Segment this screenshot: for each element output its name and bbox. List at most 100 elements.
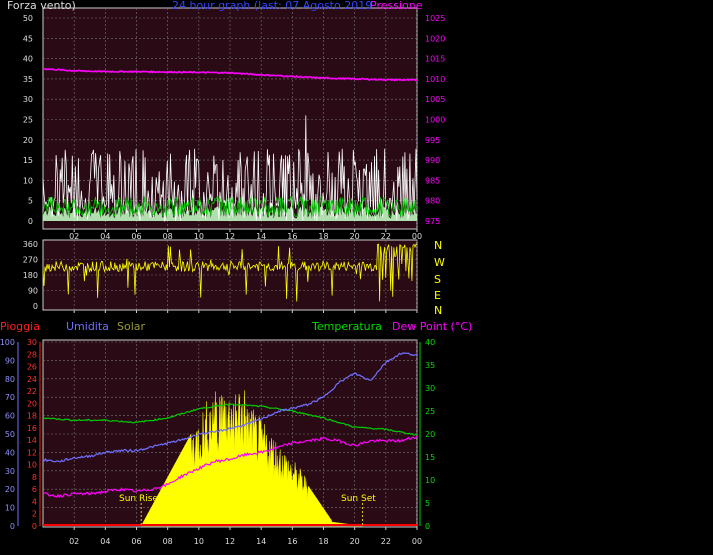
x-tick-label: 20	[350, 232, 360, 241]
rain-y-tick: 6	[32, 485, 37, 494]
pressure-y-tick: 1000	[425, 116, 445, 125]
temperature-y-tick: 10	[425, 476, 435, 485]
x-tick-label: 16	[287, 232, 297, 241]
temperature-y-tick: 20	[425, 430, 435, 439]
solar-label: Solar	[117, 320, 146, 333]
x-tick-label: 22	[381, 537, 391, 546]
rain-label: Pioggia	[0, 320, 40, 333]
x-tick-label: 02	[69, 537, 79, 546]
x-tick-label: 18	[318, 232, 328, 241]
direction-y-tick: 270	[23, 256, 38, 265]
humidity-y-tick: 80	[5, 375, 15, 384]
x-tick-label: 18	[318, 537, 328, 546]
wind-y-tick: 5	[28, 197, 33, 206]
pressure-y-tick: 1020	[425, 34, 445, 43]
humidity-y-tick: 100	[0, 338, 15, 347]
temperature-y-tick: 35	[425, 361, 435, 370]
rain-y-tick: 2	[32, 510, 37, 519]
x-tick-label: 12	[225, 537, 235, 546]
temperature-y-tick: 5	[425, 499, 430, 508]
compass-s: S	[434, 273, 441, 286]
direction-y-tick: 0	[33, 302, 38, 311]
rain-y-tick: 28	[27, 350, 37, 359]
wind-y-tick: 25	[23, 116, 33, 125]
humidity-y-tick: 60	[5, 412, 15, 421]
pressure-y-tick: 995	[425, 136, 440, 145]
pressure-y-tick: 1005	[425, 95, 445, 104]
wind-y-tick: 35	[23, 75, 33, 84]
x-tick-label: 16	[287, 537, 297, 546]
wind-y-tick: 20	[23, 136, 33, 145]
x-tick-label: 00	[412, 537, 422, 546]
x-tick-label: 10	[194, 232, 204, 241]
x-tick-label: 08	[163, 537, 173, 546]
humidity-y-tick: 40	[5, 448, 15, 457]
x-tick-label: 22	[381, 232, 391, 241]
humidity-y-tick: 30	[5, 467, 15, 476]
x-tick-label: 10	[194, 537, 204, 546]
pressure-y-tick: 1025	[425, 14, 445, 23]
rain-y-tick: 14	[27, 436, 37, 445]
rain-y-tick: 8	[32, 473, 37, 482]
rain-y-tick: 4	[32, 497, 37, 506]
temperature-y-tick: 15	[425, 453, 435, 462]
x-tick-label: 04	[100, 537, 110, 546]
weather-chart: 02 04 06 08 10 12 14 16 18 20 22 000510152025303540…	[0, 7, 445, 546]
pressure-y-tick: 975	[425, 217, 440, 226]
rain-y-tick: 24	[27, 375, 37, 384]
x-tick-label: 14	[256, 232, 266, 241]
sunrise-label: Sun Rise	[119, 494, 158, 504]
pressure-title: Pressione	[370, 0, 423, 12]
x-tick-label: 02	[69, 232, 79, 241]
pressure-y-tick: 980	[425, 197, 440, 206]
x-tick-label: 08	[163, 232, 173, 241]
direction-y-tick: 360	[23, 240, 38, 249]
x-tick-label: 14	[256, 537, 266, 546]
compass-n-top: N	[434, 239, 443, 252]
humidity-y-tick: 90	[5, 356, 15, 365]
rain-y-tick: 18	[27, 412, 37, 421]
humidity-y-tick: 70	[5, 393, 15, 402]
pressure-y-tick: 1010	[425, 75, 445, 84]
wind-y-tick: 40	[23, 55, 33, 64]
compass-w: W	[434, 256, 445, 269]
dewpoint-label: Dew Point (°C)	[392, 320, 473, 333]
humidity-y-tick: 10	[5, 504, 15, 513]
compass-n-bottom: N	[434, 304, 443, 317]
direction-y-tick: 90	[28, 287, 38, 296]
wind-y-tick: 30	[23, 95, 33, 104]
wind-title: Forza vento)	[7, 0, 76, 12]
rain-y-tick: 26	[27, 363, 37, 372]
wind-y-tick: 45	[23, 34, 33, 43]
pressure-y-tick: 985	[425, 176, 440, 185]
humidity-y-tick: 0	[10, 522, 15, 531]
humidity-y-tick: 20	[5, 485, 15, 494]
humidity-label: Umidita	[66, 320, 109, 333]
rain-y-tick: 30	[27, 338, 37, 347]
x-tick-label: 06	[131, 232, 141, 241]
compass-e: E	[434, 289, 441, 302]
wind-y-tick: 10	[23, 176, 33, 185]
x-tick-label: 20	[350, 537, 360, 546]
wind-y-tick: 0	[28, 217, 33, 226]
wind-y-tick: 50	[23, 14, 33, 23]
rain-y-tick: 16	[27, 424, 37, 433]
wind-y-tick: 15	[23, 156, 33, 165]
temperature-label: Temperatura	[312, 320, 382, 333]
temperature-y-tick: 0	[425, 522, 430, 531]
x-tick-label: 00	[412, 232, 422, 241]
x-tick-label: 06	[131, 537, 141, 546]
rain-y-tick: 22	[27, 387, 37, 396]
rain-y-tick: 0	[32, 522, 37, 531]
temperature-y-tick: 30	[425, 384, 435, 393]
humidity-y-tick: 50	[5, 430, 15, 439]
graph-title: 24 hour graph (last: 07 Agosto 2019	[172, 0, 373, 12]
direction-y-tick: 180	[23, 271, 38, 280]
rain-y-tick: 12	[27, 448, 37, 457]
rain-y-tick: 20	[27, 399, 37, 408]
sunset-label: Sun Set	[341, 494, 376, 504]
pressure-y-tick: 1015	[425, 55, 445, 64]
pressure-y-tick: 990	[425, 156, 440, 165]
x-tick-label: 04	[100, 232, 110, 241]
temperature-y-tick: 40	[425, 338, 435, 347]
